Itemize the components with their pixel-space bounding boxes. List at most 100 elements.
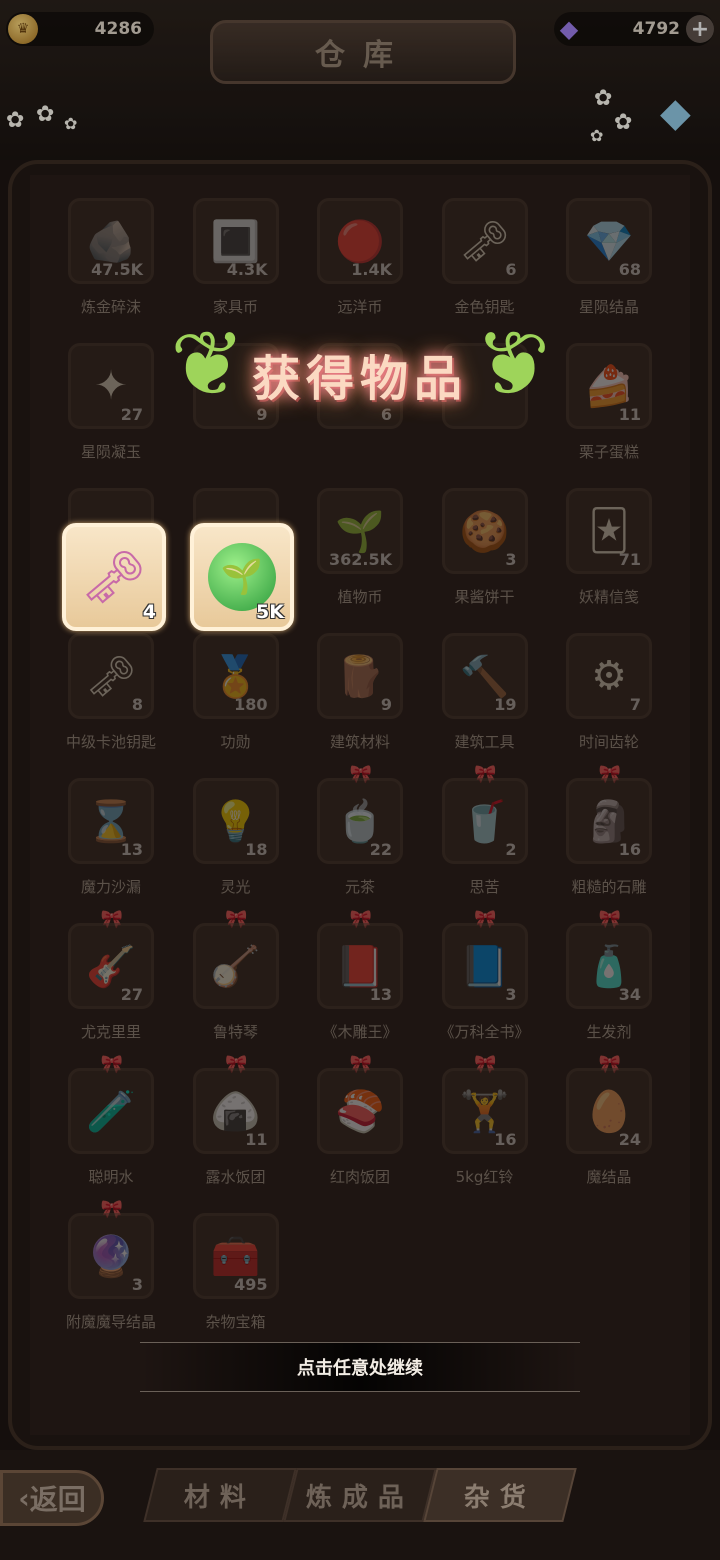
inventory-item[interactable]: 🎀 🎸 27 尤克里里: [40, 909, 164, 1063]
reward-qty: 5K: [256, 601, 284, 623]
item-icon: 🧰: [210, 1233, 261, 1280]
inventory-item[interactable]: 🃏 71 妖精信笺: [538, 488, 662, 628]
item-name: 元茶: [344, 878, 375, 896]
inventory-item[interactable]: 🌱 362.5K 植物币: [289, 488, 413, 628]
inventory-item[interactable]: 🎀 🍙 11 露水饭团: [165, 1054, 289, 1208]
item-icon: 🍣: [335, 1088, 385, 1135]
crystal-icon: ◆: [660, 90, 691, 136]
item-qty: 3: [505, 985, 517, 1004]
item-slot: 🪵 9: [317, 633, 403, 719]
inventory-item[interactable]: 🍪 3 果酱饼干: [414, 488, 538, 628]
tap-to-continue[interactable]: 点击任意处继续: [140, 1342, 580, 1392]
inventory-item[interactable]: 🎀 📘 3 《万科全书》: [414, 909, 538, 1063]
item-name: 植物币: [337, 588, 383, 606]
tab-materials[interactable]: 材料: [143, 1468, 297, 1522]
top-bar: ♛ 4286 仓库 ◆ 4792 + ✿ ✿ ✿ ✿ ✿ ✿ ◆: [0, 0, 720, 160]
item-qty: 24: [618, 1130, 641, 1149]
item-icon: 🔮: [86, 1233, 136, 1280]
inventory-item[interactable]: 🎀 🔮 3 附魔魔导结晶: [40, 1199, 164, 1353]
item-qty: 16: [494, 1130, 517, 1149]
inventory-item[interactable]: 🏅 180 功勋: [165, 633, 289, 773]
item-name: 露水饭团: [205, 1168, 266, 1186]
item-qty: 4.3K: [226, 260, 268, 279]
item-icon: 🏅: [210, 653, 261, 700]
back-arrow-icon: ‹: [18, 1481, 30, 1515]
inventory-item[interactable]: 🎀 🍵 22 元茶: [289, 764, 413, 918]
inventory-item[interactable]: 🎀 🍣 红肉饭团: [289, 1054, 413, 1208]
item-slot: 🌱 362.5K: [317, 488, 403, 574]
back-button[interactable]: ‹ 返回: [0, 1470, 104, 1526]
item-name: 红肉饭团: [329, 1168, 390, 1186]
reward-item-plant-coin[interactable]: 🌱 5K: [190, 523, 294, 631]
tab-misc[interactable]: 杂货: [423, 1468, 577, 1522]
item-qty: 13: [369, 985, 392, 1004]
item-slot: 🏅 180: [192, 633, 279, 719]
inventory-item[interactable]: ⌛ 13 魔力沙漏: [40, 778, 164, 918]
inventory-item[interactable]: 🎀 🥤 2 思苦: [414, 764, 538, 918]
item-qty: 71: [618, 550, 641, 569]
inventory-item[interactable]: 🪨 47.5K 炼金碎沫: [40, 198, 164, 338]
inventory-item[interactable]: 🎀 📕 13 《木雕王》: [289, 909, 413, 1063]
item-name: 生发剂: [586, 1023, 632, 1041]
inventory-item[interactable]: 🎀 🧴 34 生发剂: [538, 909, 662, 1063]
inventory-item[interactable]: ✦ 27 星陨凝玉: [40, 343, 164, 483]
item-icon: 🏋: [459, 1088, 510, 1135]
gem-amount: 4792: [632, 19, 680, 39]
item-icon: 🪨: [86, 218, 136, 265]
item-icon: 🗿: [584, 798, 634, 845]
item-name: 鲁特琴: [212, 1023, 258, 1041]
tab-label: 材料: [183, 1482, 256, 1513]
inventory-item[interactable]: 🧰 495 杂物宝箱: [165, 1213, 289, 1353]
item-qty: 2: [505, 840, 517, 859]
inventory-item[interactable]: 🎀 🪕 鲁特琴: [165, 909, 289, 1063]
item-slot: 🔳 4.3K: [192, 198, 279, 284]
item-qty: 68: [618, 260, 641, 279]
item-slot: 🧪: [68, 1068, 154, 1154]
gem-counter: ◆ 4792 +: [554, 12, 714, 46]
item-slot: 🪨 47.5K: [68, 198, 154, 284]
item-icon: 🗝: [85, 653, 137, 700]
inventory-item[interactable]: 🗝 8 中级卡池钥匙: [40, 633, 164, 773]
inventory-item[interactable]: 🎀 🥚 24 魔结晶: [538, 1054, 662, 1208]
item-qty: 34: [618, 985, 641, 1004]
plus-icon[interactable]: +: [686, 15, 714, 43]
item-qty: 16: [618, 840, 641, 859]
inventory-item[interactable]: 🎀 🗿 16 粗糙的石雕: [538, 764, 662, 918]
item-slot: ⚙ 7: [566, 633, 652, 719]
item-name: 栗子蛋糕: [578, 443, 639, 461]
item-slot: 🏋 16: [441, 1068, 528, 1154]
item-name: 粗糙的石雕: [571, 878, 647, 896]
item-name: 星陨结晶: [578, 298, 639, 316]
item-qty: 3: [131, 1275, 143, 1294]
item-icon: 📘: [459, 943, 510, 990]
item-qty: 495: [234, 1275, 268, 1294]
purple-gem-icon: ◆: [559, 15, 579, 43]
inventory-item[interactable]: 🍰 11 栗子蛋糕: [538, 343, 662, 483]
item-name: 妖精信笺: [578, 588, 639, 606]
item-icon: 🔴: [335, 218, 385, 265]
item-qty: 7: [629, 695, 641, 714]
item-icon: 🍰: [584, 363, 634, 410]
inventory-item[interactable]: ⚙ 7 时间齿轮: [538, 633, 662, 773]
item-icon: ⌛: [86, 798, 136, 845]
inventory-item[interactable]: 💎 68 星陨结晶: [538, 198, 662, 338]
tab-label: 炼成品: [305, 1482, 414, 1513]
item-slot: 🪕: [192, 923, 279, 1009]
item-name: 5kg红铃: [455, 1168, 514, 1186]
item-name: 《木雕王》: [322, 1023, 398, 1041]
inventory-item[interactable]: 🪵 9 建筑材料: [289, 633, 413, 773]
coin-amount: 4286: [94, 19, 142, 39]
item-icon: 🗝: [459, 218, 510, 265]
inventory-item[interactable]: 🎀 🏋 16 5kg红铃: [414, 1054, 538, 1208]
inventory-item[interactable]: 🎀 🧪 聪明水: [40, 1054, 164, 1208]
inventory-item[interactable]: 🔨 19 建筑工具: [414, 633, 538, 773]
item-slot: 🍪 3: [441, 488, 528, 574]
item-icon: 📕: [335, 943, 385, 990]
item-slot: 🧰 495: [192, 1213, 279, 1299]
inventory-item[interactable]: 💡 18 灵光: [165, 778, 289, 918]
item-icon: 🔳: [210, 218, 261, 265]
tab-crafted[interactable]: 炼成品: [283, 1468, 437, 1522]
item-icon: ⚙: [591, 653, 627, 699]
item-icon: ✦: [94, 363, 128, 409]
reward-item-key[interactable]: 🗝 4: [62, 523, 166, 631]
